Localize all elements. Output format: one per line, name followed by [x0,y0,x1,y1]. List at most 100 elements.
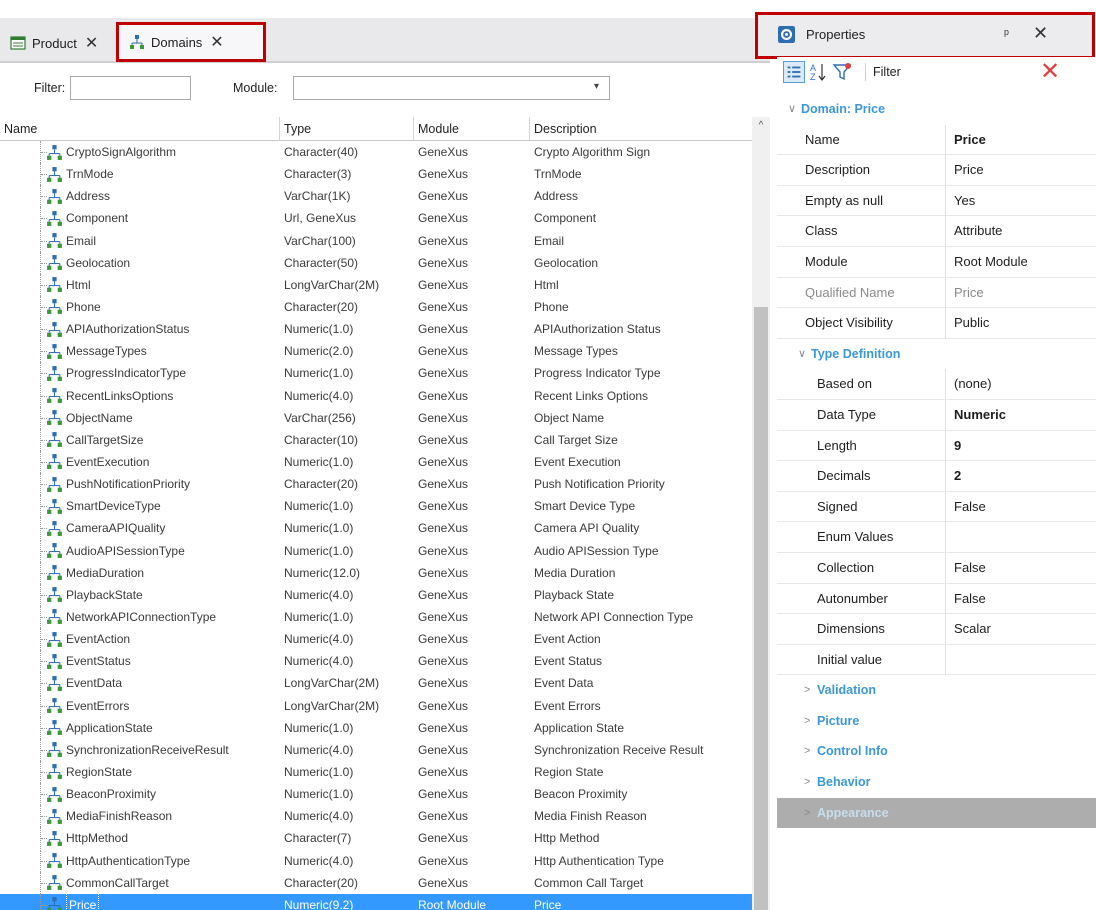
property-class[interactable]: Class Attribute [777,216,1096,247]
property-value[interactable]: False [945,491,1070,522]
table-row[interactable]: EventAction Numeric(4.0) GeneXus Event Acti… [0,628,752,651]
vertical-scrollbar[interactable]: ^ [752,117,770,910]
table-row[interactable]: Component Url, GeneXus GeneXus Component [0,207,752,230]
property-data-type[interactable]: Data Type Numeric [777,399,1096,431]
chevron-right-icon[interactable]: > [804,767,810,797]
table-row[interactable]: HttpAuthenticationType Numeric(4.0) GeneXu… [0,849,752,872]
close-icon[interactable]: ✕ [1033,23,1048,44]
table-row[interactable]: MessageTypes Numeric(2.0) GeneXus Message T… [0,340,752,363]
property-length[interactable]: Length 9 [777,430,1096,462]
property-value[interactable]: Price [945,277,1070,308]
category-validation[interactable]: > Validation [777,675,1096,706]
property-enum-values[interactable]: Enum Values [777,522,1096,553]
property-qualified-name[interactable]: Qualified Name Price [777,277,1096,309]
table-row[interactable]: PushNotificationPriority Character(20) Gen… [0,473,752,496]
property-autonumber[interactable]: Autonumber False [777,583,1096,615]
property-decimals[interactable]: Decimals 2 [777,461,1096,492]
property-value[interactable] [945,522,1070,553]
property-description[interactable]: Description Price [777,155,1096,186]
table-row[interactable]: RecentLinksOptions Numeric(4.0) GeneXus Rec… [0,384,752,407]
scroll-up-icon[interactable]: ^ [752,117,770,135]
column-header-module[interactable]: Module [414,117,530,141]
table-row[interactable]: PlaybackState Numeric(4.0) GeneXus Playback… [0,583,752,606]
filter-icon[interactable] [831,61,853,83]
property-value[interactable]: 9 [945,430,1070,461]
table-row[interactable]: Price Numeric(9.2) Root Module Price [0,893,752,910]
category-behavior[interactable]: > Behavior [777,767,1096,798]
table-row[interactable]: ObjectName VarChar(256) GeneXus Object Name [0,406,752,429]
table-row[interactable]: EventExecution Numeric(1.0) GeneXus Event E… [0,450,752,473]
table-row[interactable]: CryptoSignAlgorithm Character(40) GeneXus C… [0,141,752,163]
chevron-right-icon[interactable]: > [804,798,810,828]
column-header-name[interactable]: Name [0,117,280,141]
table-row[interactable]: CallTargetSize Character(10) GeneXus Call T… [0,428,752,451]
property-module[interactable]: Module Root Module [777,246,1096,278]
property-value[interactable]: Attribute [945,216,1070,247]
tab-product[interactable]: Product ✕ [10,26,98,60]
properties-filter-input[interactable]: Filter [873,65,901,79]
category-appearance[interactable]: > Appearance [777,797,1096,829]
chevron-right-icon[interactable]: > [804,736,810,766]
table-row[interactable]: BeaconProximity Numeric(1.0) GeneXus Beacon… [0,783,752,806]
table-row[interactable]: RegionState Numeric(1.0) GeneXus Region Sta… [0,760,752,783]
property-value[interactable]: False [945,583,1070,614]
scrollbar-thumb[interactable] [754,307,768,910]
table-row[interactable]: HttpMethod Character(7) GeneXus Http Method [0,827,752,850]
chevron-down-icon[interactable]: ∨ [788,94,796,124]
table-row[interactable]: NetworkAPIConnectionType Numeric(1.0) Gene… [0,605,752,628]
chevron-right-icon[interactable]: > [804,706,810,736]
filter-input[interactable] [70,76,191,100]
property-value[interactable]: Scalar [945,614,1070,645]
column-header-type[interactable]: Type [280,117,414,141]
table-row[interactable]: Phone Character(20) GeneXus Phone [0,295,752,318]
property-name[interactable]: Name Price [777,124,1096,156]
property-signed[interactable]: Signed False [777,491,1096,523]
table-row[interactable]: Html LongVarChar(2M) GeneXus Html [0,273,752,296]
property-empty-as-null[interactable]: Empty as null Yes [777,185,1096,217]
categorized-icon[interactable] [783,61,805,83]
module-select[interactable]: ▾ [293,76,610,100]
property-dimensions[interactable]: Dimensions Scalar [777,614,1096,645]
close-icon[interactable]: ✕ [210,32,223,52]
chevron-down-icon[interactable]: ∨ [798,339,806,369]
clear-filter-icon[interactable]: ✕ [1040,57,1060,86]
property-initial-value[interactable]: Initial value [777,644,1096,676]
close-icon[interactable]: ✕ [85,33,98,53]
property-value[interactable] [945,644,1070,675]
table-row[interactable]: Address VarChar(1K) GeneXus Address [0,185,752,208]
tab-domains[interactable]: Domains ✕ [116,22,266,62]
table-row[interactable]: SynchronizationReceiveResult Numeric(4.0)… [0,738,752,761]
property-value[interactable]: Price [945,124,1070,155]
column-header-description[interactable]: Description [530,117,752,141]
table-row[interactable]: Geolocation Character(50) GeneXus Geolocati… [0,251,752,274]
category-picture[interactable]: > Picture [777,706,1096,737]
pin-icon[interactable]: ᵖ [1004,26,1009,41]
property-value[interactable]: Public [945,308,1070,339]
property-value[interactable]: Yes [945,185,1070,216]
table-row[interactable]: AudioAPISessionType Numeric(1.0) GeneXus Au… [0,539,752,562]
category-type-definition[interactable]: ∨ Type Definition [777,339,1096,370]
property-value[interactable]: (none) [945,369,1070,400]
property-object-visibility[interactable]: Object Visibility Public [777,308,1096,339]
table-row[interactable]: TrnMode Character(3) GeneXus TrnMode [0,163,752,186]
property-collection[interactable]: Collection False [777,552,1096,584]
table-row[interactable]: EventData LongVarChar(2M) GeneXus Event Dat… [0,672,752,695]
property-value[interactable]: Numeric [945,399,1070,430]
table-row[interactable]: APIAuthorizationStatus Numeric(1.0) GeneXu… [0,318,752,341]
property-value[interactable]: Root Module [945,246,1070,277]
table-row[interactable]: MediaFinishReason Numeric(4.0) GeneXus Medi… [0,805,752,828]
table-row[interactable]: CommonCallTarget Character(20) GeneXus Comm… [0,871,752,894]
table-row[interactable]: EventErrors LongVarChar(2M) GeneXus Event E… [0,694,752,717]
category-domain-price[interactable]: ∨ Domain: Price [777,94,1096,125]
table-row[interactable]: ProgressIndicatorType Numeric(1.0) GeneXus… [0,362,752,385]
table-row[interactable]: CameraAPIQuality Numeric(1.0) GeneXus Camer… [0,517,752,540]
sort-alphabetical-icon[interactable]: A Z [807,61,829,83]
chevron-right-icon[interactable]: > [804,675,810,705]
table-row[interactable]: SmartDeviceType Numeric(1.0) GeneXus Smart … [0,495,752,518]
table-row[interactable]: ApplicationState Numeric(1.0) GeneXus Appli… [0,716,752,739]
table-row[interactable]: EventStatus Numeric(4.0) GeneXus Event Stat… [0,650,752,673]
property-value[interactable]: Price [945,155,1070,186]
property-value[interactable]: 2 [945,461,1070,492]
property-value[interactable]: False [945,552,1070,583]
category-control-info[interactable]: > Control Info [777,736,1096,767]
